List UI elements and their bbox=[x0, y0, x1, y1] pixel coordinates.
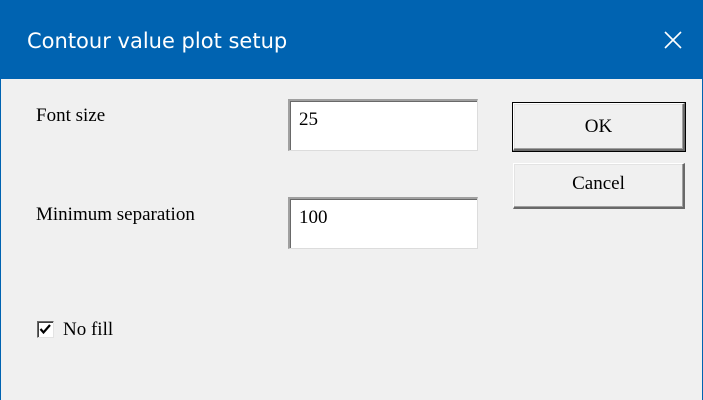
font-size-label: Font size bbox=[36, 105, 106, 126]
close-button[interactable] bbox=[644, 0, 702, 79]
close-icon bbox=[664, 30, 682, 49]
dialog-body: Font size 25 Minimum separation 100 OK C… bbox=[1, 79, 702, 400]
no-fill-checkbox[interactable]: No fill bbox=[37, 319, 157, 341]
checkbox-box[interactable] bbox=[37, 321, 54, 338]
title-bar[interactable]: Contour value plot setup bbox=[1, 0, 702, 79]
minimum-separation-label: Minimum separation bbox=[36, 204, 195, 225]
no-fill-label: No fill bbox=[63, 319, 114, 340]
ok-button[interactable]: OK bbox=[512, 102, 686, 152]
dialog-title: Contour value plot setup bbox=[27, 29, 288, 53]
cancel-button[interactable]: Cancel bbox=[513, 163, 685, 209]
dialog-window: Contour value plot setup Font size 25 Mi… bbox=[0, 0, 703, 400]
minimum-separation-input[interactable]: 100 bbox=[288, 197, 478, 249]
checkmark-icon bbox=[39, 324, 51, 335]
font-size-input[interactable]: 25 bbox=[288, 99, 478, 151]
